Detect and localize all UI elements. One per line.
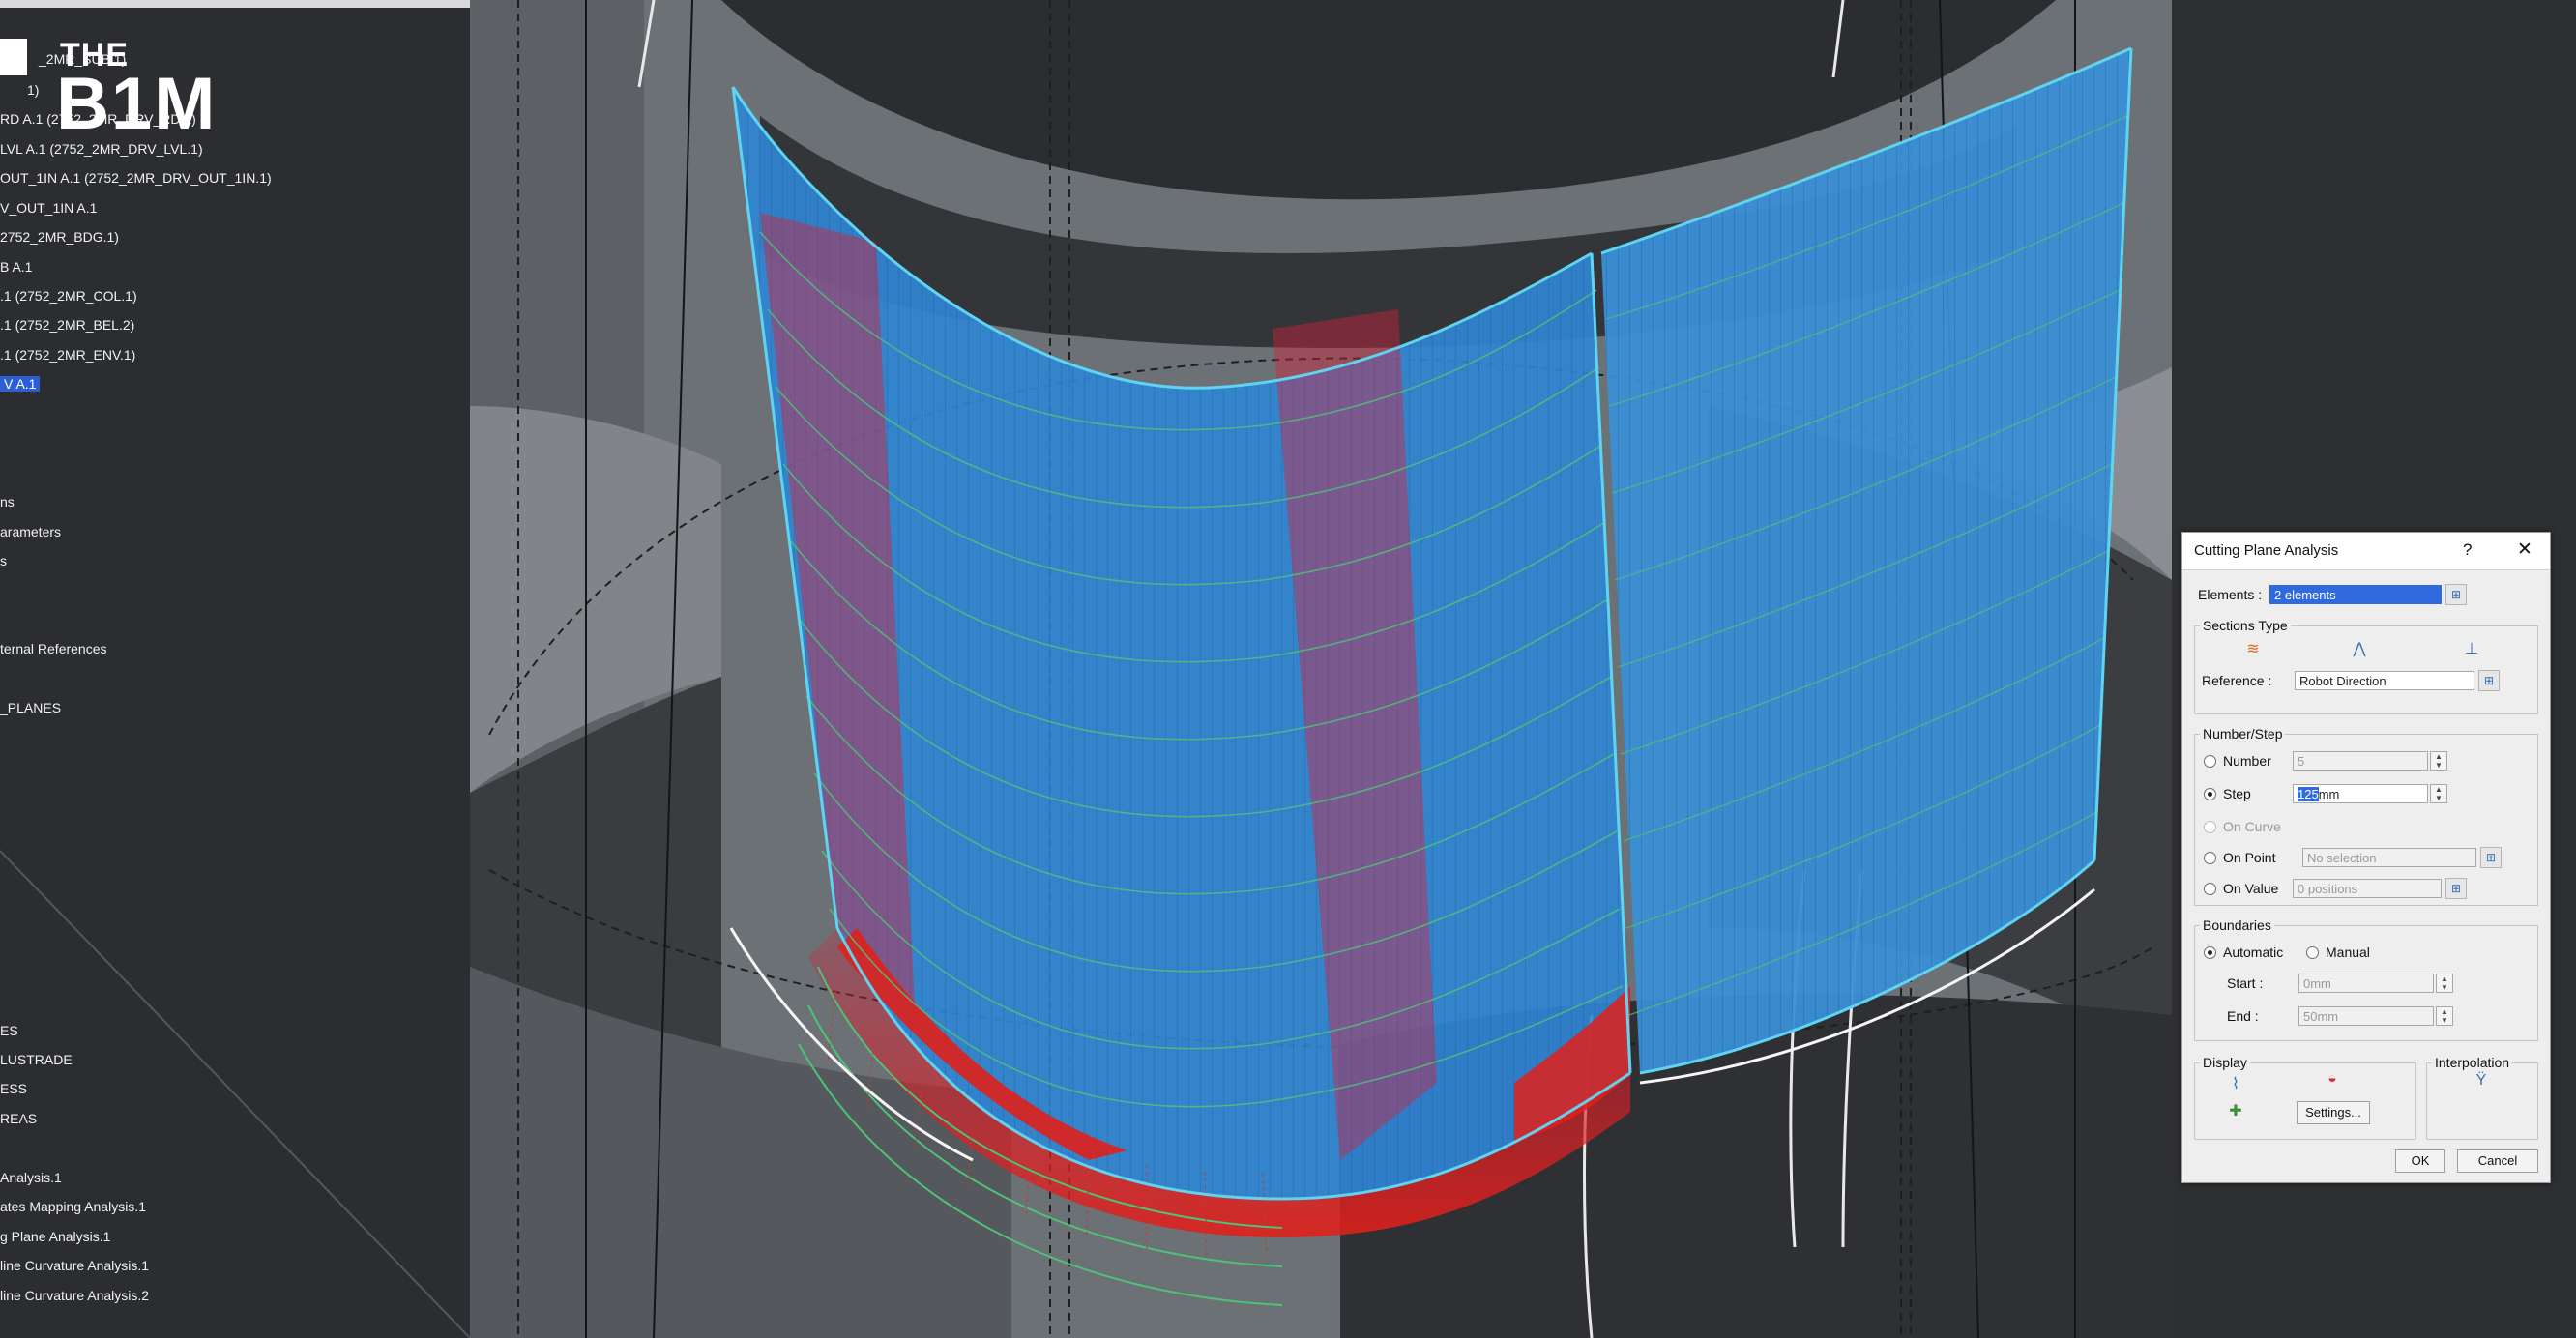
on-point-field[interactable]: No selection	[2302, 848, 2476, 867]
start-label: Start :	[2227, 975, 2264, 991]
elements-label: Elements :	[2198, 587, 2263, 602]
boundaries-title: Boundaries	[2200, 917, 2274, 933]
interpolation-icon: Ÿ	[2475, 1072, 2487, 1089]
specification-tree: _2MR_SUB.1) 1) RD A.1 (2752_2MR_DRV_RD.1…	[0, 0, 470, 1338]
parallel-curves-button[interactable]: ⋀	[2345, 637, 2374, 662]
reference-field[interactable]: Robot Direction	[2295, 671, 2474, 690]
automatic-radio[interactable]	[2204, 946, 2216, 959]
step-radio[interactable]	[2204, 788, 2216, 800]
logo-text-b1m: B1M	[56, 63, 218, 145]
close-button[interactable]: ✕	[2517, 538, 2532, 561]
on-value-label: On Value	[2223, 881, 2279, 896]
reference-label: Reference :	[2202, 673, 2272, 688]
sections-type-title: Sections Type	[2200, 618, 2291, 633]
points-icon: ✚	[2229, 1103, 2242, 1120]
step-label: Step	[2223, 786, 2251, 801]
end-label: End :	[2227, 1008, 2259, 1024]
end-field[interactable]: 50mm	[2298, 1006, 2434, 1026]
settings-button[interactable]: Settings...	[2297, 1101, 2370, 1124]
perpendicular-curve-icon: ⊥	[2465, 641, 2478, 657]
logo-mark	[0, 39, 27, 75]
3d-viewport[interactable]	[470, 0, 2172, 1338]
start-field[interactable]: 0mm	[2298, 974, 2434, 993]
elements-selector-button[interactable]: ⊞	[2445, 584, 2467, 605]
manual-label: Manual	[2326, 945, 2370, 960]
number-field[interactable]: 5	[2293, 751, 2428, 771]
number-radio[interactable]	[2204, 755, 2216, 768]
step-field[interactable]: 125mm	[2293, 784, 2428, 803]
analysis-icon: ◒	[2327, 1070, 2337, 1087]
ok-button[interactable]: OK	[2395, 1149, 2445, 1173]
planar-sections-icon: ≋	[2246, 641, 2260, 657]
number-spinner[interactable]: ▲ ▼	[2430, 751, 2447, 771]
tree-diagonal-line	[0, 850, 470, 1338]
on-point-selector-button[interactable]: ⊞	[2480, 847, 2502, 868]
on-value-field[interactable]: 0 positions	[2293, 879, 2442, 898]
step-spinner[interactable]: ▲ ▼	[2430, 784, 2447, 803]
elements-field[interactable]: 2 elements	[2269, 585, 2442, 604]
automatic-label: Automatic	[2223, 945, 2284, 960]
on-value-selector-button[interactable]: ⊞	[2445, 878, 2467, 899]
step-value-selected: 125	[2298, 787, 2319, 801]
on-curve-label: On Curve	[2223, 819, 2281, 834]
start-spinner[interactable]: ▲ ▼	[2436, 974, 2453, 993]
manual-radio[interactable]	[2306, 946, 2319, 959]
on-curve-radio[interactable]	[2204, 821, 2216, 833]
selection-list-icon: ⊞	[2450, 882, 2462, 895]
selection-list-icon: ⊞	[2450, 588, 2462, 601]
on-point-label: On Point	[2223, 850, 2276, 865]
parallel-curves-icon: ⋀	[2353, 641, 2366, 657]
help-button[interactable]: ?	[2463, 540, 2472, 560]
dialog-title: Cutting Plane Analysis	[2194, 542, 2339, 559]
number-label: Number	[2223, 753, 2271, 769]
end-spinner[interactable]: ▲ ▼	[2436, 1006, 2453, 1026]
3d-model-render	[470, 0, 2172, 1338]
on-point-radio[interactable]	[2204, 852, 2216, 864]
selection-list-icon: ⊞	[2485, 851, 2497, 864]
display-title: Display	[2200, 1055, 2250, 1070]
cutting-plane-analysis-dialog: Cutting Plane Analysis ? ✕ Elements : 2 …	[2181, 532, 2551, 1183]
perpendicular-curve-button[interactable]: ⊥	[2457, 637, 2486, 662]
number-step-title: Number/Step	[2200, 726, 2286, 742]
interpolation-button[interactable]: Ÿ	[2467, 1068, 2496, 1093]
dialog-title-bar[interactable]: Cutting Plane Analysis ? ✕	[2182, 533, 2550, 570]
curvature-icon: ⌇	[2232, 1076, 2239, 1092]
display-curvature-button[interactable]: ⌇	[2221, 1072, 2250, 1097]
selection-list-icon: ⊞	[2483, 674, 2495, 687]
display-analysis-button[interactable]: ◒	[2318, 1066, 2347, 1091]
planar-sections-button[interactable]: ≋	[2239, 637, 2268, 662]
reference-selector-button[interactable]: ⊞	[2478, 670, 2500, 691]
cancel-button[interactable]: Cancel	[2457, 1149, 2538, 1173]
step-value-unit: mm	[2318, 787, 2340, 801]
display-points-button[interactable]: ✚	[2221, 1099, 2250, 1124]
on-value-radio[interactable]	[2204, 883, 2216, 895]
